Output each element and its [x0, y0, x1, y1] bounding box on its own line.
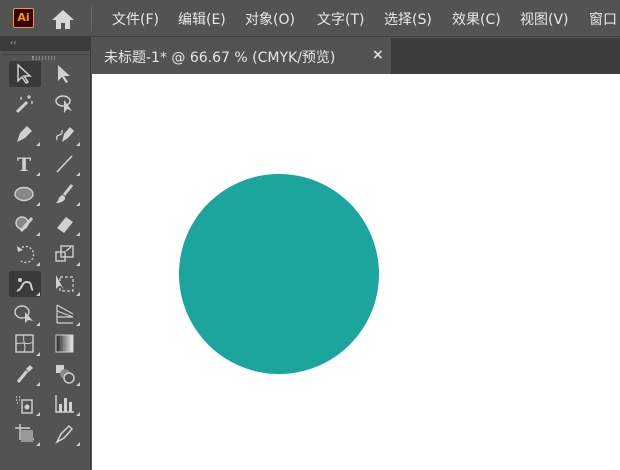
flyout-indicator — [36, 412, 40, 416]
type-tool[interactable]: T — [9, 151, 41, 177]
slice-icon — [55, 424, 74, 444]
tools-body: T — [2, 54, 88, 470]
magic-wand-tool[interactable] — [9, 91, 41, 117]
menu-object[interactable]: 对象(O) — [245, 9, 295, 29]
puppet-warp-icon — [16, 278, 34, 292]
flyout-indicator — [36, 292, 40, 296]
paintbrush-tool[interactable] — [49, 181, 81, 207]
gradient-icon — [55, 334, 74, 353]
eraser-tool[interactable] — [49, 211, 81, 237]
free-transform-icon — [56, 275, 74, 292]
flyout-indicator — [36, 322, 40, 326]
tools-panel: ‹‹ T — [0, 37, 91, 470]
flyout-indicator — [76, 142, 80, 146]
gradient-tool[interactable] — [49, 331, 81, 357]
rotate-icon — [17, 245, 35, 264]
perspective-grid-tool[interactable] — [49, 301, 81, 327]
flyout-indicator — [76, 202, 80, 206]
flyout-indicator — [36, 232, 40, 236]
line-segment-tool[interactable] — [49, 151, 81, 177]
home-icon[interactable] — [50, 8, 76, 30]
artboard-canvas[interactable] — [92, 74, 620, 470]
pen-tool[interactable] — [9, 121, 41, 147]
eraser-icon — [57, 217, 73, 233]
type-icon: T — [17, 154, 31, 176]
paintbrush-icon — [56, 184, 74, 203]
document-tab-title: 未标题-1* @ 66.67 % (CMYK/预览) — [104, 50, 336, 66]
flyout-indicator — [36, 442, 40, 446]
flyout-indicator — [36, 142, 40, 146]
perspective-grid-icon — [56, 304, 74, 324]
divider — [91, 6, 92, 31]
rotate-tool[interactable] — [9, 241, 41, 267]
column-graph-tool[interactable] — [49, 391, 81, 417]
document-tab-bar: 未标题-1* @ 66.67 % (CMYK/预览) × — [92, 38, 620, 74]
eyedropper-icon — [16, 365, 33, 383]
menu-edit[interactable]: 编辑(E) — [178, 9, 226, 29]
svg-text:T: T — [17, 154, 31, 176]
menu-bar: Ai 文件(F) 编辑(E) 对象(O) 文字(T) 选择(S) 效果(C) 视… — [0, 0, 620, 37]
line-segment-icon — [56, 155, 73, 173]
close-tab-icon[interactable]: × — [372, 47, 384, 63]
artboard-icon — [15, 424, 34, 442]
selection-tool[interactable] — [9, 61, 41, 87]
shaper-tool[interactable] — [9, 211, 41, 237]
teal-circle[interactable] — [179, 174, 379, 374]
mesh-icon — [15, 334, 34, 353]
flyout-indicator — [36, 202, 40, 206]
eyedropper-tool[interactable] — [9, 361, 41, 387]
app-logo: Ai — [13, 8, 34, 28]
scale-tool[interactable] — [49, 241, 81, 267]
direct-selection-icon — [58, 65, 70, 83]
shaper-icon — [15, 216, 34, 232]
flyout-indicator — [36, 352, 40, 356]
ellipse-tool[interactable] — [9, 181, 41, 207]
shape-builder-tool[interactable] — [9, 301, 41, 327]
flyout-indicator — [36, 382, 40, 386]
lasso-tool[interactable] — [49, 91, 81, 117]
scale-icon — [55, 245, 74, 262]
shape-builder-icon — [14, 305, 33, 323]
flyout-indicator — [36, 262, 40, 266]
curvature-icon — [55, 127, 74, 142]
puppet-warp-tool[interactable] — [9, 271, 41, 297]
panel-collapse-button[interactable]: ‹‹ — [0, 37, 90, 51]
pen-icon — [17, 126, 32, 142]
flyout-indicator — [76, 172, 80, 176]
flyout-indicator — [76, 382, 80, 386]
menu-file[interactable]: 文件(F) — [112, 9, 159, 29]
direct-selection-tool[interactable] — [49, 61, 81, 87]
panel-grip[interactable] — [32, 56, 56, 60]
flyout-indicator — [76, 232, 80, 236]
flyout-indicator — [76, 292, 80, 296]
menu-window[interactable]: 窗口 — [589, 9, 617, 29]
free-transform-tool[interactable] — [49, 271, 81, 297]
menu-select[interactable]: 选择(S) — [384, 9, 432, 29]
flyout-indicator — [76, 412, 80, 416]
magic-wand-icon — [15, 95, 33, 114]
column-graph-icon — [55, 395, 74, 413]
blend-tool[interactable] — [49, 361, 81, 387]
slice-tool[interactable] — [49, 421, 81, 447]
blend-icon — [56, 365, 75, 384]
curvature-tool[interactable] — [49, 121, 81, 147]
menu-type[interactable]: 文字(T) — [317, 9, 364, 29]
symbol-sprayer-icon — [16, 396, 33, 414]
flyout-indicator — [36, 172, 40, 176]
flyout-indicator — [76, 322, 80, 326]
artboard-tool[interactable] — [9, 421, 41, 447]
selection-icon — [17, 63, 32, 84]
flyout-indicator — [76, 262, 80, 266]
document-tab[interactable]: 未标题-1* @ 66.67 % (CMYK/预览) — [92, 38, 391, 74]
menu-effect[interactable]: 效果(C) — [452, 9, 501, 29]
flyout-indicator — [76, 442, 80, 446]
symbol-sprayer-tool[interactable] — [9, 391, 41, 417]
mesh-tool[interactable] — [9, 331, 41, 357]
menu-view[interactable]: 视图(V) — [520, 9, 569, 29]
lasso-icon — [55, 95, 72, 113]
ellipse-icon — [14, 186, 34, 202]
